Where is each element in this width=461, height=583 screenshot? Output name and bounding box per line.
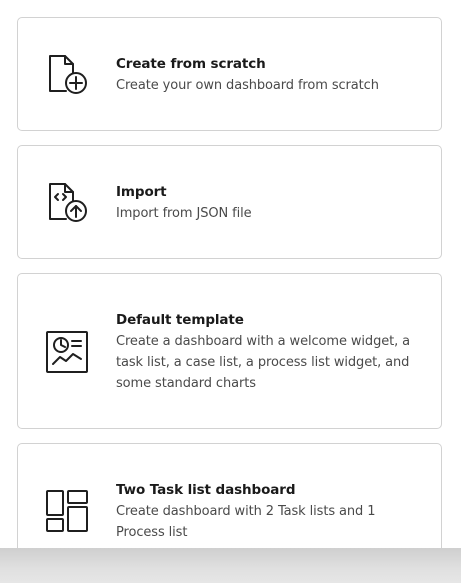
file-upload-icon — [45, 181, 89, 225]
card-text: Default template Create a dashboard with… — [116, 311, 419, 394]
card-title: Create from scratch — [116, 56, 266, 72]
card-title: Default template — [116, 312, 244, 328]
import-card[interactable]: Import Import from JSON file — [17, 145, 442, 259]
card-text: Two Task list dashboard Create dashboard… — [116, 481, 419, 543]
card-title: Two Task list dashboard — [116, 482, 296, 498]
default-template-card[interactable]: Default template Create a dashboard with… — [17, 273, 442, 429]
card-description: Create dashboard with 2 Task lists and 1… — [116, 504, 376, 540]
create-from-scratch-card[interactable]: Create from scratch Create your own dash… — [17, 17, 442, 131]
report-chart-icon — [45, 330, 89, 374]
card-description: Import from JSON file — [116, 206, 252, 221]
card-description: Create a dashboard with a welcome widget… — [116, 334, 411, 391]
file-add-icon — [45, 53, 89, 97]
bottom-shadow — [0, 548, 461, 583]
dashboard-layout-icon — [45, 489, 89, 533]
dashboard-template-list: Create from scratch Create your own dash… — [0, 0, 461, 548]
card-description: Create your own dashboard from scratch — [116, 78, 379, 93]
two-task-list-dashboard-card[interactable]: Two Task list dashboard Create dashboard… — [17, 443, 442, 548]
card-title: Import — [116, 184, 167, 200]
card-text: Import Import from JSON file — [116, 183, 419, 224]
card-text: Create from scratch Create your own dash… — [116, 55, 419, 96]
